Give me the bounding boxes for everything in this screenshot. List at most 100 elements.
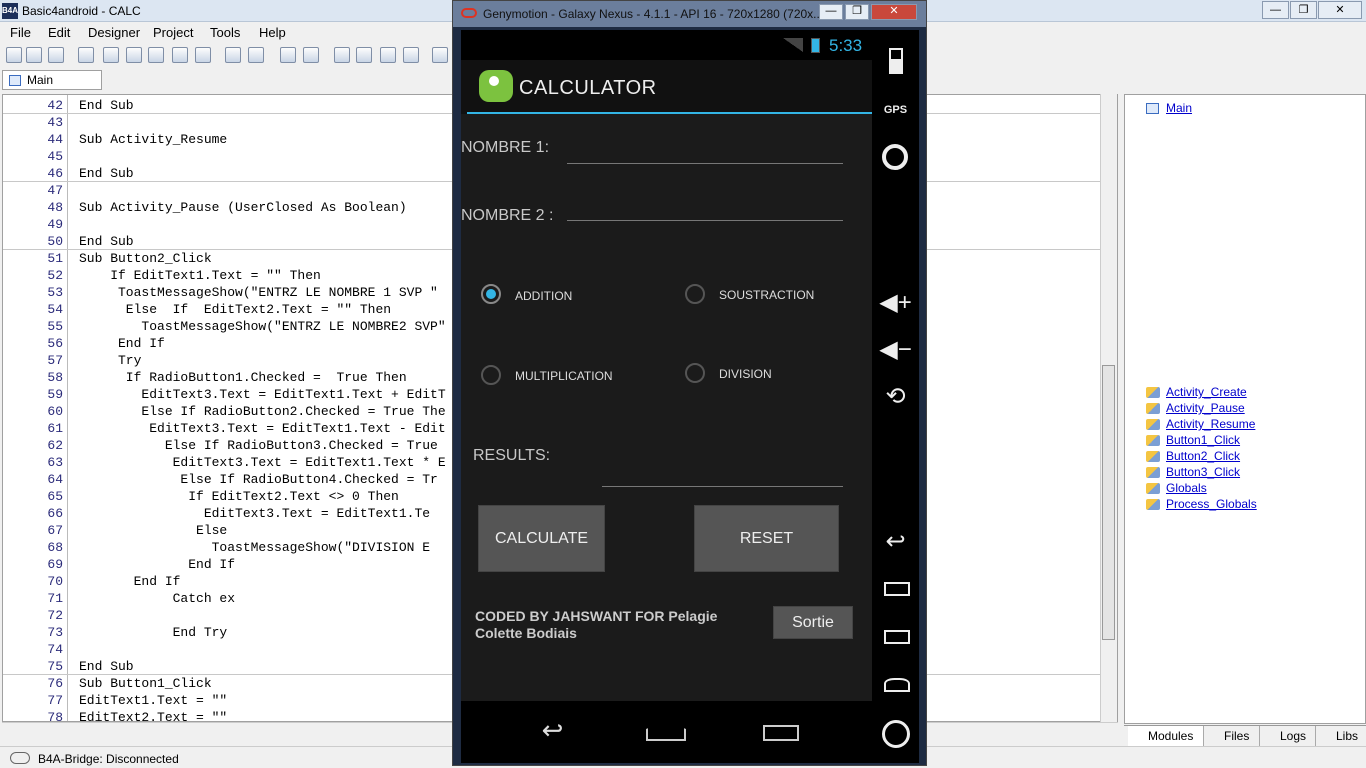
sub-link[interactable]: Button3_Click — [1166, 465, 1240, 479]
radio-soustraction[interactable] — [685, 284, 705, 304]
sub-link[interactable]: Activity_Create — [1166, 385, 1247, 399]
radio-division-label[interactable]: DIVISION — [719, 367, 772, 381]
tab-logs[interactable]: Logs — [1260, 726, 1316, 746]
tab-modules[interactable]: Modules — [1128, 726, 1204, 746]
sub-link[interactable]: Button1_Click — [1166, 433, 1240, 447]
radio-multiplication-label[interactable]: MULTIPLICATION — [515, 369, 613, 383]
line-code[interactable]: Else If RadioButton3.Checked = True — [79, 437, 438, 454]
sub-link[interactable]: Activity_Resume — [1166, 417, 1255, 431]
line-code[interactable]: EditText3.Text = EditText1.Text + EditT — [79, 386, 445, 403]
maximize-button[interactable]: ❐ — [1290, 1, 1317, 19]
line-code[interactable]: End Sub — [79, 658, 134, 675]
save-icon[interactable] — [48, 47, 64, 63]
redo-icon[interactable] — [172, 47, 188, 63]
sub-link[interactable]: Process_Globals — [1166, 497, 1257, 511]
menu-project[interactable]: Project — [153, 25, 193, 40]
emu-minimize-button[interactable]: — — [819, 4, 843, 20]
recent-apps-icon[interactable] — [763, 725, 799, 741]
line-code[interactable]: EditText3.Text = EditText1.Te — [79, 505, 430, 522]
menu-designer[interactable]: Designer — [88, 25, 140, 40]
outdent-icon[interactable] — [248, 47, 264, 63]
line-code[interactable]: Else If EditText2.Text = "" Then — [79, 301, 391, 318]
tab-libs[interactable]: Libs — [1316, 726, 1366, 746]
home-control-icon[interactable] — [884, 678, 910, 692]
line-code[interactable]: Sub Activity_Resume — [79, 131, 227, 148]
gps-icon[interactable]: GPS — [872, 104, 919, 116]
line-code[interactable]: EditText1.Text = "" — [79, 692, 227, 709]
line-code[interactable]: Catch ex — [79, 590, 235, 607]
volume-down-icon[interactable]: ◀− — [872, 335, 919, 364]
open-folder-icon[interactable] — [26, 47, 42, 63]
home-icon[interactable] — [646, 721, 686, 741]
arrow-left-icon[interactable] — [280, 47, 296, 63]
line-code[interactable]: Else — [79, 522, 227, 539]
bookmark-icon[interactable] — [356, 47, 372, 63]
sub-link[interactable]: Button2_Click — [1166, 449, 1240, 463]
bookmark-prev-icon[interactable] — [380, 47, 396, 63]
line-code[interactable]: End Sub — [79, 97, 134, 114]
menu-tools[interactable]: Tools — [210, 25, 240, 40]
emu-close-button[interactable]: ✕ — [871, 4, 917, 20]
cut-icon[interactable] — [103, 47, 119, 63]
radio-soustraction-label[interactable]: SOUSTRACTION — [719, 288, 814, 302]
font-size-icon[interactable] — [432, 47, 448, 63]
line-code[interactable]: End Sub — [79, 165, 134, 182]
nombre1-input[interactable] — [567, 163, 843, 164]
module-link-main[interactable]: Main — [1166, 101, 1192, 115]
line-code[interactable]: End If — [79, 573, 181, 590]
menu-edit[interactable]: Edit — [48, 25, 70, 40]
radio-addition-label[interactable]: ADDITION — [515, 289, 572, 303]
results-field[interactable] — [602, 486, 843, 487]
nombre2-input[interactable] — [567, 220, 843, 221]
sortie-button[interactable]: Sortie — [773, 606, 853, 639]
tab-files[interactable]: Files — [1204, 726, 1260, 746]
back-icon[interactable]: ↩ — [529, 715, 576, 746]
close-button[interactable]: ✕ — [1318, 1, 1362, 19]
line-code[interactable]: End Try — [79, 624, 228, 641]
new-file-icon[interactable] — [6, 47, 22, 63]
comment-icon[interactable] — [334, 47, 350, 63]
arrow-right-icon[interactable] — [303, 47, 319, 63]
copy-icon[interactable] — [78, 47, 94, 63]
bookmark-next-icon[interactable] — [403, 47, 419, 63]
rotate-icon[interactable]: ⟲ — [872, 382, 919, 411]
calculate-button[interactable]: CALCULATE — [478, 505, 605, 572]
menu-help[interactable]: Help — [259, 25, 286, 40]
line-code[interactable]: Else If RadioButton4.Checked = Tr — [79, 471, 437, 488]
tab-main[interactable]: Main — [2, 70, 102, 90]
line-code[interactable]: End Sub — [79, 233, 134, 250]
line-code[interactable]: Try — [79, 352, 141, 369]
line-code[interactable]: ToastMessageShow("DIVISION E — [79, 539, 430, 556]
line-code[interactable]: EditText2.Text = "" — [79, 709, 227, 721]
line-code[interactable]: ToastMessageShow("ENTRZ LE NOMBRE 1 SVP … — [79, 284, 438, 301]
line-code[interactable]: Sub Button1_Click — [79, 675, 212, 692]
radio-division[interactable] — [685, 363, 705, 383]
undo-icon[interactable] — [148, 47, 164, 63]
android-screen[interactable]: 5:33 CALCULATOR NOMBRE 1: NOMBRE 2 : ADD… — [461, 30, 872, 763]
line-code[interactable]: If EditText1.Text = "" Then — [79, 267, 321, 284]
reset-button[interactable]: RESET — [694, 505, 839, 572]
radio-multiplication[interactable] — [481, 365, 501, 385]
editor-scroll-thumb[interactable] — [1102, 365, 1115, 640]
line-code[interactable]: End If — [79, 556, 235, 573]
line-code[interactable]: End If — [79, 335, 165, 352]
find-icon[interactable] — [195, 47, 211, 63]
emu-maximize-button[interactable]: ❐ — [845, 4, 869, 20]
line-code[interactable]: Sub Activity_Pause (UserClosed As Boolea… — [79, 199, 407, 216]
battery-control-icon[interactable] — [889, 48, 903, 74]
paste-icon[interactable] — [126, 47, 142, 63]
sub-link[interactable]: Activity_Pause — [1166, 401, 1245, 415]
line-code[interactable]: If RadioButton1.Checked = True Then — [79, 369, 407, 386]
camera-icon[interactable] — [882, 144, 908, 170]
volume-up-icon[interactable]: ◀+ — [872, 288, 919, 317]
line-code[interactable]: Else If RadioButton2.Checked = True The — [79, 403, 445, 420]
line-code[interactable]: Sub Button2_Click — [79, 250, 212, 267]
minimize-button[interactable]: — — [1262, 1, 1289, 19]
indent-icon[interactable] — [225, 47, 241, 63]
menu-control-icon[interactable] — [884, 630, 910, 644]
sub-link[interactable]: Globals — [1166, 481, 1207, 495]
line-code[interactable]: EditText3.Text = EditText1.Text - Edit — [79, 420, 445, 437]
recent-control-icon[interactable] — [884, 582, 910, 596]
menu-file[interactable]: File — [10, 25, 31, 40]
power-icon[interactable] — [882, 720, 910, 748]
